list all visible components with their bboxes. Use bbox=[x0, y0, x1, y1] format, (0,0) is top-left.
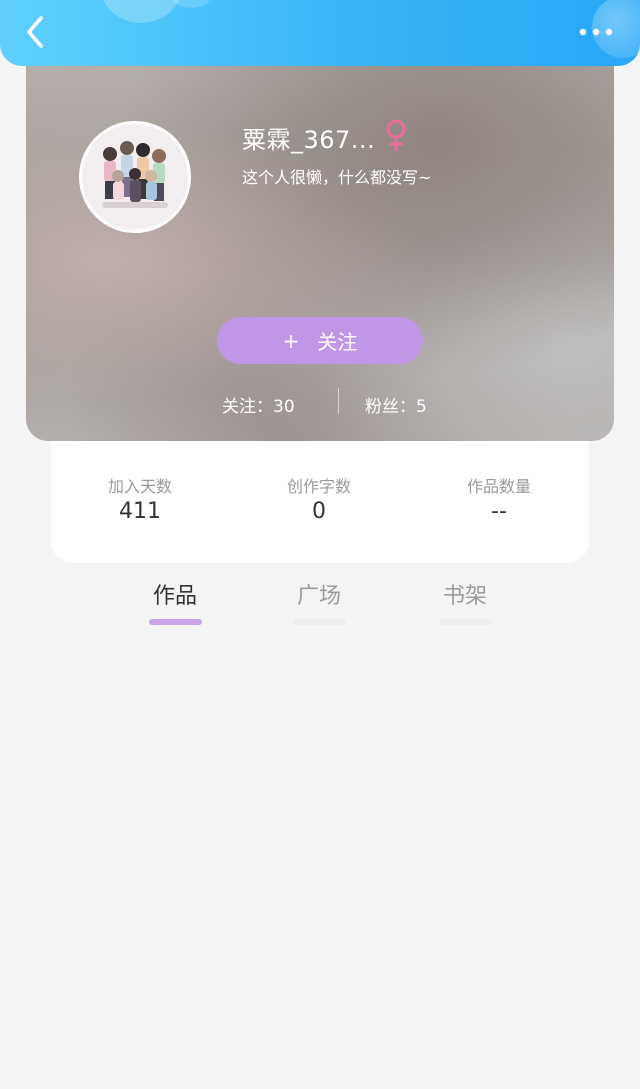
more-button[interactable] bbox=[576, 20, 616, 44]
stat-value: -- bbox=[491, 499, 507, 524]
profile-header-card: 粟霖_367... 这个人很懒，什么都没写~ + 关注 关注：30 粉丝：5 bbox=[26, 40, 614, 441]
stats-divider bbox=[338, 388, 339, 414]
follow-button-label: 关注 bbox=[317, 330, 358, 354]
tab-label: 书架 bbox=[442, 584, 487, 609]
more-dots-icon bbox=[579, 28, 613, 36]
tab-plaza[interactable]: 广场 bbox=[269, 580, 369, 625]
stat-label: 作品数量 bbox=[466, 477, 531, 496]
top-navbar bbox=[0, 0, 640, 66]
tab-indicator bbox=[438, 619, 492, 625]
decorative-bubble bbox=[100, 0, 182, 23]
follow-button[interactable]: + 关注 bbox=[217, 317, 423, 364]
stats-card: 加入天数 411 创作字数 0 作品数量 -- bbox=[51, 420, 589, 563]
female-icon bbox=[383, 118, 409, 152]
stat-value: 411 bbox=[119, 499, 161, 524]
follow-stats: 关注：30 粉丝：5 bbox=[26, 388, 614, 418]
stat-label: 加入天数 bbox=[107, 477, 172, 496]
tab-label: 作品 bbox=[152, 584, 197, 609]
content-tabs: 作品 广场 书架 bbox=[0, 580, 640, 630]
username: 粟霖_367... bbox=[242, 126, 376, 154]
chevron-left-icon bbox=[27, 16, 43, 48]
following-count[interactable]: 关注：30 bbox=[222, 392, 295, 417]
stat-join-days: 加入天数 411 bbox=[65, 476, 215, 526]
back-button[interactable] bbox=[18, 12, 52, 52]
profile-page: 粟霖_367... 这个人很懒，什么都没写~ + 关注 关注：30 粉丝：5 加… bbox=[0, 0, 640, 1089]
stat-word-count: 创作字数 0 bbox=[244, 476, 394, 526]
avatar[interactable] bbox=[79, 121, 191, 233]
fans-count[interactable]: 粉丝：5 bbox=[365, 392, 427, 417]
tab-label: 广场 bbox=[296, 584, 341, 609]
avatar-image bbox=[82, 124, 188, 230]
stat-works-count: 作品数量 -- bbox=[424, 476, 574, 526]
stat-value: 0 bbox=[312, 499, 326, 524]
tab-works[interactable]: 作品 bbox=[125, 580, 225, 625]
profile-bio: 这个人很懒，什么都没写~ bbox=[242, 168, 432, 187]
tab-indicator bbox=[148, 619, 202, 625]
plus-icon: + bbox=[282, 328, 300, 353]
decorative-bubble bbox=[170, 0, 212, 8]
tab-indicator bbox=[292, 619, 346, 625]
tab-bookshelf[interactable]: 书架 bbox=[415, 580, 515, 625]
stat-label: 创作字数 bbox=[286, 477, 351, 496]
